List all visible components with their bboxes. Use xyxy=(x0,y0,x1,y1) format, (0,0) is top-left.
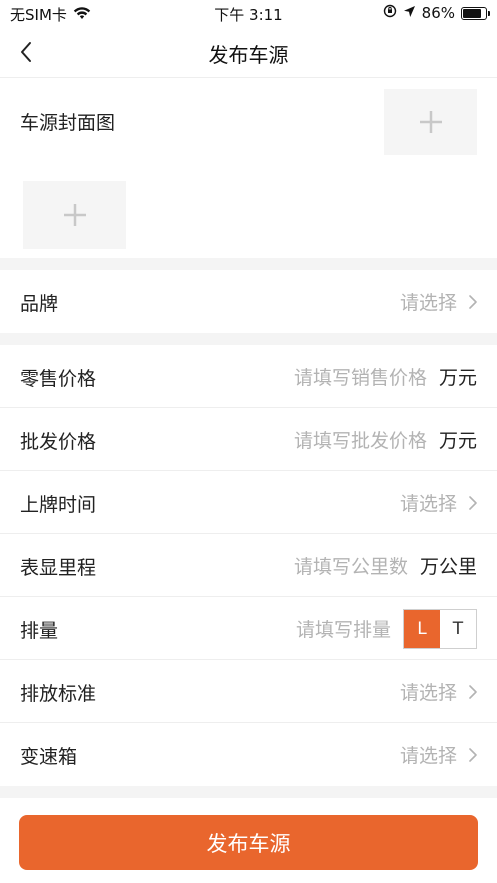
wholesale-price-input[interactable]: 请填写批发价格 xyxy=(294,426,427,453)
chevron-right-icon xyxy=(469,294,477,309)
cover-image-label: 车源封面图 xyxy=(20,112,116,134)
retail-price-row: 零售价格 请填写销售价格 万元 xyxy=(0,345,497,408)
retail-price-input[interactable]: 请填写销售价格 xyxy=(294,363,427,390)
mileage-row: 表显里程 请填写公里数 万公里 xyxy=(0,534,497,597)
publish-button[interactable]: 发布车源 xyxy=(19,815,478,870)
unit-option-l[interactable]: L xyxy=(404,609,440,648)
displacement-row: 排量 请填写排量 L T xyxy=(0,597,497,660)
section-gap xyxy=(0,333,497,345)
status-right: 86% xyxy=(383,4,490,22)
mileage-input[interactable]: 请填写公里数 xyxy=(294,552,408,579)
section-gap xyxy=(0,258,497,270)
retail-price-label: 零售价格 xyxy=(20,368,97,390)
chevron-right-icon xyxy=(469,747,477,762)
displacement-input[interactable]: 请填写排量 xyxy=(296,615,391,642)
plus-icon xyxy=(419,111,442,133)
wholesale-price-row: 批发价格 请填写批发价格 万元 xyxy=(0,408,497,471)
battery-fill xyxy=(463,8,482,18)
registration-date-label: 上牌时间 xyxy=(20,494,97,516)
registration-date-row[interactable]: 上牌时间 请选择 xyxy=(0,471,497,534)
battery-percent: 86% xyxy=(421,4,455,22)
registration-date-placeholder: 请选择 xyxy=(399,493,457,515)
chevron-right-icon xyxy=(469,684,477,699)
battery-icon xyxy=(461,6,490,20)
displacement-label: 排量 xyxy=(20,620,59,642)
emission-standard-row[interactable]: 排放标准 请选择 xyxy=(0,660,497,723)
mileage-label: 表显里程 xyxy=(20,557,97,579)
brand-row[interactable]: 品牌 请选择 xyxy=(0,270,497,333)
nav-bar: 发布车源 xyxy=(0,26,497,78)
add-image-button[interactable] xyxy=(23,181,126,249)
location-arrow-icon xyxy=(403,4,416,22)
cover-image-section: 车源封面图 xyxy=(0,78,497,258)
orientation-lock-icon xyxy=(383,4,397,22)
page-title: 发布车源 xyxy=(208,43,289,67)
brand-label: 品牌 xyxy=(20,293,59,315)
emission-standard-placeholder: 请选择 xyxy=(399,682,457,704)
unit-option-t[interactable]: T xyxy=(440,609,476,648)
mileage-unit: 万公里 xyxy=(419,556,477,578)
displacement-unit-toggle: L T xyxy=(403,608,477,649)
status-bar: 无SIM卡 下午 3:11 86% xyxy=(0,0,497,26)
add-cover-image-button[interactable] xyxy=(384,89,477,155)
emission-standard-label: 排放标准 xyxy=(20,683,97,705)
chevron-right-icon xyxy=(469,495,477,510)
brand-placeholder: 请选择 xyxy=(399,292,457,314)
wholesale-price-unit: 万元 xyxy=(438,430,477,452)
gearbox-row[interactable]: 变速箱 请选择 xyxy=(0,723,497,786)
section-gap xyxy=(0,786,497,798)
wholesale-price-label: 批发价格 xyxy=(20,431,97,453)
gearbox-label: 变速箱 xyxy=(20,746,78,768)
plus-icon xyxy=(63,204,86,226)
retail-price-unit: 万元 xyxy=(438,367,477,389)
gearbox-placeholder: 请选择 xyxy=(399,745,457,767)
